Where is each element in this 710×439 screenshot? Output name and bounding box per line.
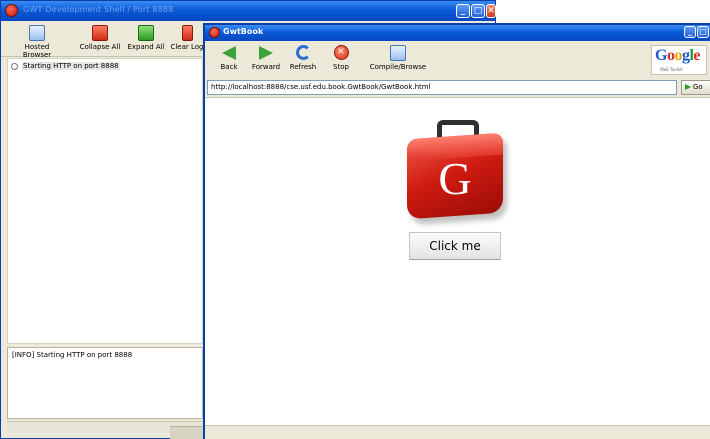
log-line: [INFO] Starting HTTP on port 8888 bbox=[12, 351, 133, 359]
gwt-logo-letter: G bbox=[438, 153, 472, 204]
clear-log-button[interactable]: Clear Log bbox=[169, 23, 205, 55]
expand-all-label: Expand All bbox=[127, 43, 165, 51]
hosted-browser-label: Hosted Browser bbox=[22, 43, 52, 59]
tree-item-label: Starting HTTP on port 8888 bbox=[22, 62, 120, 70]
desktop: GWT Development Shell / Port 8888 _ □ ✕ … bbox=[0, 0, 710, 439]
tree-node-circle-icon bbox=[11, 63, 18, 70]
back-label: Back bbox=[220, 63, 238, 71]
browser-toolbar: Back Forward Refresh ✕ Stop Compile/Brow… bbox=[205, 41, 710, 79]
compile-browse-button[interactable]: Compile/Browse bbox=[367, 43, 429, 77]
log-tree[interactable]: Starting HTTP on port 8888 bbox=[7, 58, 203, 344]
gwt-app-icon bbox=[209, 27, 220, 38]
google-logo: Google Web Toolkit bbox=[651, 45, 707, 75]
google-wordmark: Google bbox=[655, 47, 701, 64]
expand-icon bbox=[138, 25, 154, 41]
log-details-pane[interactable]: [INFO] Starting HTTP on port 8888 bbox=[7, 347, 203, 419]
compile-browse-label: Compile/Browse bbox=[369, 63, 427, 71]
maximize-button[interactable]: □ bbox=[471, 4, 485, 18]
clear-log-icon bbox=[181, 25, 193, 41]
clear-log-label: Clear Log bbox=[170, 43, 204, 51]
forward-button[interactable]: Forward bbox=[249, 43, 283, 77]
tree-item[interactable]: Starting HTTP on port 8888 bbox=[22, 62, 120, 70]
click-me-button[interactable]: Click me bbox=[409, 232, 501, 260]
gwt-toolbox-logo: G bbox=[401, 120, 513, 224]
url-input[interactable]: http://localhost:8888/cse.usf.edu.book.G… bbox=[207, 80, 677, 95]
hosted-browser-button[interactable]: Hosted Browser bbox=[11, 23, 63, 59]
go-label: Go bbox=[693, 83, 703, 91]
collapse-all-button[interactable]: Collapse All bbox=[78, 23, 122, 55]
back-arrow-icon bbox=[222, 46, 236, 60]
minimize-button[interactable]: _ bbox=[456, 4, 470, 18]
compile-icon bbox=[390, 45, 406, 61]
forward-label: Forward bbox=[251, 63, 281, 71]
background-window-edge bbox=[170, 426, 203, 439]
stop-label: Stop bbox=[333, 63, 349, 71]
go-button[interactable]: Go bbox=[681, 80, 710, 95]
collapse-icon bbox=[92, 25, 108, 41]
back-button[interactable]: Back bbox=[217, 43, 241, 77]
shell-title: GWT Development Shell / Port 8888 bbox=[23, 5, 174, 14]
gwt-app-icon bbox=[5, 4, 18, 17]
forward-arrow-icon bbox=[259, 46, 273, 60]
collapse-all-label: Collapse All bbox=[79, 43, 121, 51]
go-arrow-icon bbox=[685, 84, 691, 90]
refresh-label: Refresh bbox=[289, 63, 317, 71]
stop-button[interactable]: ✕ Stop bbox=[329, 43, 353, 77]
close-button[interactable]: ✕ bbox=[486, 4, 496, 18]
browser-status-bar bbox=[205, 425, 710, 439]
stop-icon: ✕ bbox=[333, 45, 349, 60]
browser-title-bar[interactable]: GwtBook _ □ bbox=[205, 25, 710, 41]
browser-window-icon bbox=[29, 25, 45, 41]
expand-all-button[interactable]: Expand All bbox=[126, 23, 166, 55]
maximize-button[interactable]: □ bbox=[697, 26, 709, 38]
web-toolkit-label: Web Toolkit bbox=[660, 67, 683, 72]
browser-title: GwtBook bbox=[223, 27, 264, 36]
refresh-button[interactable]: Refresh bbox=[287, 43, 319, 77]
page-content: G Click me bbox=[205, 97, 710, 437]
shell-title-bar[interactable]: GWT Development Shell / Port 8888 _ □ ✕ bbox=[1, 1, 496, 21]
minimize-button[interactable]: _ bbox=[684, 26, 696, 38]
refresh-icon bbox=[295, 45, 311, 60]
hosted-browser-window: GwtBook _ □ Back Forward Refresh ✕ Stop bbox=[203, 23, 710, 439]
